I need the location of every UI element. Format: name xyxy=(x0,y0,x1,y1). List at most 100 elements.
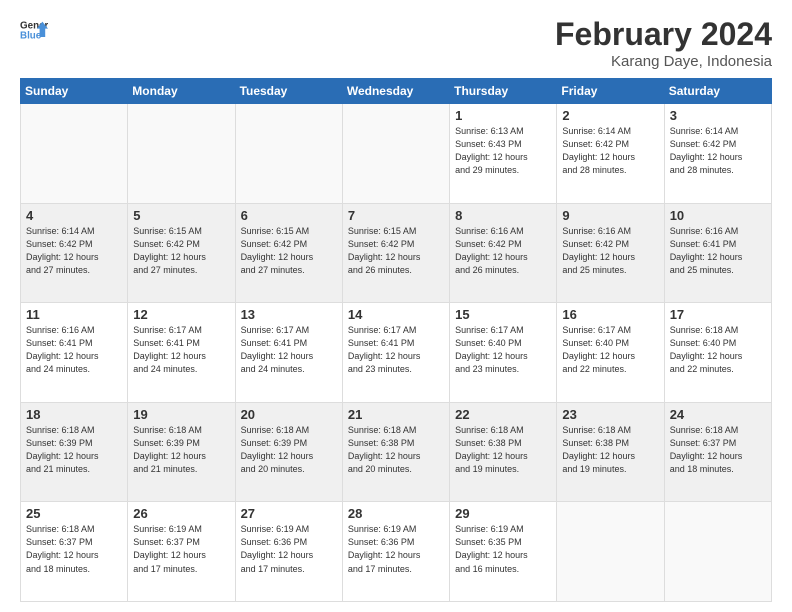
day-info: Sunrise: 6:18 AM Sunset: 6:39 PM Dayligh… xyxy=(26,424,122,476)
day-number: 10 xyxy=(670,208,766,223)
day-info: Sunrise: 6:18 AM Sunset: 6:38 PM Dayligh… xyxy=(455,424,551,476)
calendar-cell: 28 Sunrise: 6:19 AM Sunset: 6:36 PM Dayli… xyxy=(342,502,449,602)
day-number: 4 xyxy=(26,208,122,223)
day-number: 11 xyxy=(26,307,122,322)
calendar-row-2: 11 Sunrise: 6:16 AM Sunset: 6:41 PM Dayli… xyxy=(21,303,772,403)
calendar-cell: 14 Sunrise: 6:17 AM Sunset: 6:41 PM Dayli… xyxy=(342,303,449,403)
calendar-cell: 26 Sunrise: 6:19 AM Sunset: 6:37 PM Dayli… xyxy=(128,502,235,602)
day-info: Sunrise: 6:18 AM Sunset: 6:39 PM Dayligh… xyxy=(241,424,337,476)
day-number: 24 xyxy=(670,407,766,422)
day-info: Sunrise: 6:16 AM Sunset: 6:42 PM Dayligh… xyxy=(562,225,658,277)
day-number: 27 xyxy=(241,506,337,521)
calendar-cell: 11 Sunrise: 6:16 AM Sunset: 6:41 PM Dayli… xyxy=(21,303,128,403)
day-info: Sunrise: 6:15 AM Sunset: 6:42 PM Dayligh… xyxy=(348,225,444,277)
calendar-cell: 6 Sunrise: 6:15 AM Sunset: 6:42 PM Daylig… xyxy=(235,203,342,303)
calendar-cell: 12 Sunrise: 6:17 AM Sunset: 6:41 PM Dayli… xyxy=(128,303,235,403)
calendar-cell xyxy=(235,104,342,204)
calendar-cell: 9 Sunrise: 6:16 AM Sunset: 6:42 PM Daylig… xyxy=(557,203,664,303)
calendar-cell: 8 Sunrise: 6:16 AM Sunset: 6:42 PM Daylig… xyxy=(450,203,557,303)
calendar-row-0: 1Sunrise: 6:13 AM Sunset: 6:43 PM Daylig… xyxy=(21,104,772,204)
day-number: 5 xyxy=(133,208,229,223)
calendar-cell: 20 Sunrise: 6:18 AM Sunset: 6:39 PM Dayli… xyxy=(235,402,342,502)
weekday-header-tuesday: Tuesday xyxy=(235,79,342,104)
day-number: 19 xyxy=(133,407,229,422)
weekday-header-thursday: Thursday xyxy=(450,79,557,104)
day-info: Sunrise: 6:19 AM Sunset: 6:37 PM Dayligh… xyxy=(133,523,229,575)
day-info: Sunrise: 6:18 AM Sunset: 6:37 PM Dayligh… xyxy=(670,424,766,476)
calendar-cell: 19 Sunrise: 6:18 AM Sunset: 6:39 PM Dayli… xyxy=(128,402,235,502)
day-info: Sunrise: 6:19 AM Sunset: 6:36 PM Dayligh… xyxy=(241,523,337,575)
day-number: 21 xyxy=(348,407,444,422)
calendar-cell xyxy=(128,104,235,204)
calendar-row-4: 25Sunrise: 6:18 AM Sunset: 6:37 PM Dayli… xyxy=(21,502,772,602)
header: General Blue February 2024 Karang Daye, … xyxy=(20,16,772,70)
svg-text:Blue: Blue xyxy=(20,30,42,41)
calendar-cell: 7 Sunrise: 6:15 AM Sunset: 6:42 PM Daylig… xyxy=(342,203,449,303)
calendar-cell: 22 Sunrise: 6:18 AM Sunset: 6:38 PM Dayli… xyxy=(450,402,557,502)
day-number: 26 xyxy=(133,506,229,521)
day-info: Sunrise: 6:18 AM Sunset: 6:39 PM Dayligh… xyxy=(133,424,229,476)
day-info: Sunrise: 6:15 AM Sunset: 6:42 PM Dayligh… xyxy=(241,225,337,277)
day-info: Sunrise: 6:17 AM Sunset: 6:41 PM Dayligh… xyxy=(348,324,444,376)
day-info: Sunrise: 6:17 AM Sunset: 6:41 PM Dayligh… xyxy=(133,324,229,376)
day-number: 18 xyxy=(26,407,122,422)
day-info: Sunrise: 6:14 AM Sunset: 6:42 PM Dayligh… xyxy=(26,225,122,277)
logo-icon: General Blue xyxy=(20,16,48,44)
day-number: 28 xyxy=(348,506,444,521)
day-info: Sunrise: 6:16 AM Sunset: 6:41 PM Dayligh… xyxy=(26,324,122,376)
calendar-table: SundayMondayTuesdayWednesdayThursdayFrid… xyxy=(20,78,772,602)
day-info: Sunrise: 6:17 AM Sunset: 6:40 PM Dayligh… xyxy=(455,324,551,376)
month-title: February 2024 xyxy=(555,16,772,53)
day-info: Sunrise: 6:17 AM Sunset: 6:40 PM Dayligh… xyxy=(562,324,658,376)
day-number: 20 xyxy=(241,407,337,422)
day-number: 9 xyxy=(562,208,658,223)
calendar-cell: 5 Sunrise: 6:15 AM Sunset: 6:42 PM Daylig… xyxy=(128,203,235,303)
day-info: Sunrise: 6:14 AM Sunset: 6:42 PM Dayligh… xyxy=(562,125,658,177)
weekday-header-friday: Friday xyxy=(557,79,664,104)
day-number: 8 xyxy=(455,208,551,223)
day-number: 16 xyxy=(562,307,658,322)
calendar-cell: 10 Sunrise: 6:16 AM Sunset: 6:41 PM Dayli… xyxy=(664,203,771,303)
calendar-cell: 16 Sunrise: 6:17 AM Sunset: 6:40 PM Dayli… xyxy=(557,303,664,403)
day-info: Sunrise: 6:18 AM Sunset: 6:37 PM Dayligh… xyxy=(26,523,122,575)
calendar-row-3: 18 Sunrise: 6:18 AM Sunset: 6:39 PM Dayli… xyxy=(21,402,772,502)
day-info: Sunrise: 6:16 AM Sunset: 6:41 PM Dayligh… xyxy=(670,225,766,277)
logo: General Blue xyxy=(20,16,48,44)
day-info: Sunrise: 6:13 AM Sunset: 6:43 PM Dayligh… xyxy=(455,125,551,177)
day-number: 6 xyxy=(241,208,337,223)
day-number: 17 xyxy=(670,307,766,322)
day-info: Sunrise: 6:16 AM Sunset: 6:42 PM Dayligh… xyxy=(455,225,551,277)
day-info: Sunrise: 6:15 AM Sunset: 6:42 PM Dayligh… xyxy=(133,225,229,277)
day-number: 23 xyxy=(562,407,658,422)
calendar-row-1: 4 Sunrise: 6:14 AM Sunset: 6:42 PM Daylig… xyxy=(21,203,772,303)
weekday-header-row: SundayMondayTuesdayWednesdayThursdayFrid… xyxy=(21,79,772,104)
day-number: 7 xyxy=(348,208,444,223)
calendar-cell: 3Sunrise: 6:14 AM Sunset: 6:42 PM Daylig… xyxy=(664,104,771,204)
calendar-cell: 29 Sunrise: 6:19 AM Sunset: 6:35 PM Dayli… xyxy=(450,502,557,602)
day-number: 13 xyxy=(241,307,337,322)
calendar-cell xyxy=(21,104,128,204)
calendar-cell: 27 Sunrise: 6:19 AM Sunset: 6:36 PM Dayli… xyxy=(235,502,342,602)
day-number: 14 xyxy=(348,307,444,322)
calendar-cell: 15Sunrise: 6:17 AM Sunset: 6:40 PM Dayli… xyxy=(450,303,557,403)
day-info: Sunrise: 6:18 AM Sunset: 6:38 PM Dayligh… xyxy=(348,424,444,476)
weekday-header-monday: Monday xyxy=(128,79,235,104)
calendar-cell: 24 Sunrise: 6:18 AM Sunset: 6:37 PM Dayli… xyxy=(664,402,771,502)
location-subtitle: Karang Daye, Indonesia xyxy=(555,53,772,70)
title-block: February 2024 Karang Daye, Indonesia xyxy=(555,16,772,70)
day-number: 22 xyxy=(455,407,551,422)
day-number: 3 xyxy=(670,108,766,123)
day-number: 12 xyxy=(133,307,229,322)
calendar-cell xyxy=(664,502,771,602)
weekday-header-wednesday: Wednesday xyxy=(342,79,449,104)
calendar-cell xyxy=(342,104,449,204)
day-number: 29 xyxy=(455,506,551,521)
weekday-header-saturday: Saturday xyxy=(664,79,771,104)
day-info: Sunrise: 6:19 AM Sunset: 6:35 PM Dayligh… xyxy=(455,523,551,575)
calendar-cell: 2Sunrise: 6:14 AM Sunset: 6:42 PM Daylig… xyxy=(557,104,664,204)
calendar-cell: 18 Sunrise: 6:18 AM Sunset: 6:39 PM Dayli… xyxy=(21,402,128,502)
calendar-cell: 17Sunrise: 6:18 AM Sunset: 6:40 PM Dayli… xyxy=(664,303,771,403)
day-info: Sunrise: 6:17 AM Sunset: 6:41 PM Dayligh… xyxy=(241,324,337,376)
calendar-cell: 21 Sunrise: 6:18 AM Sunset: 6:38 PM Dayli… xyxy=(342,402,449,502)
day-info: Sunrise: 6:19 AM Sunset: 6:36 PM Dayligh… xyxy=(348,523,444,575)
